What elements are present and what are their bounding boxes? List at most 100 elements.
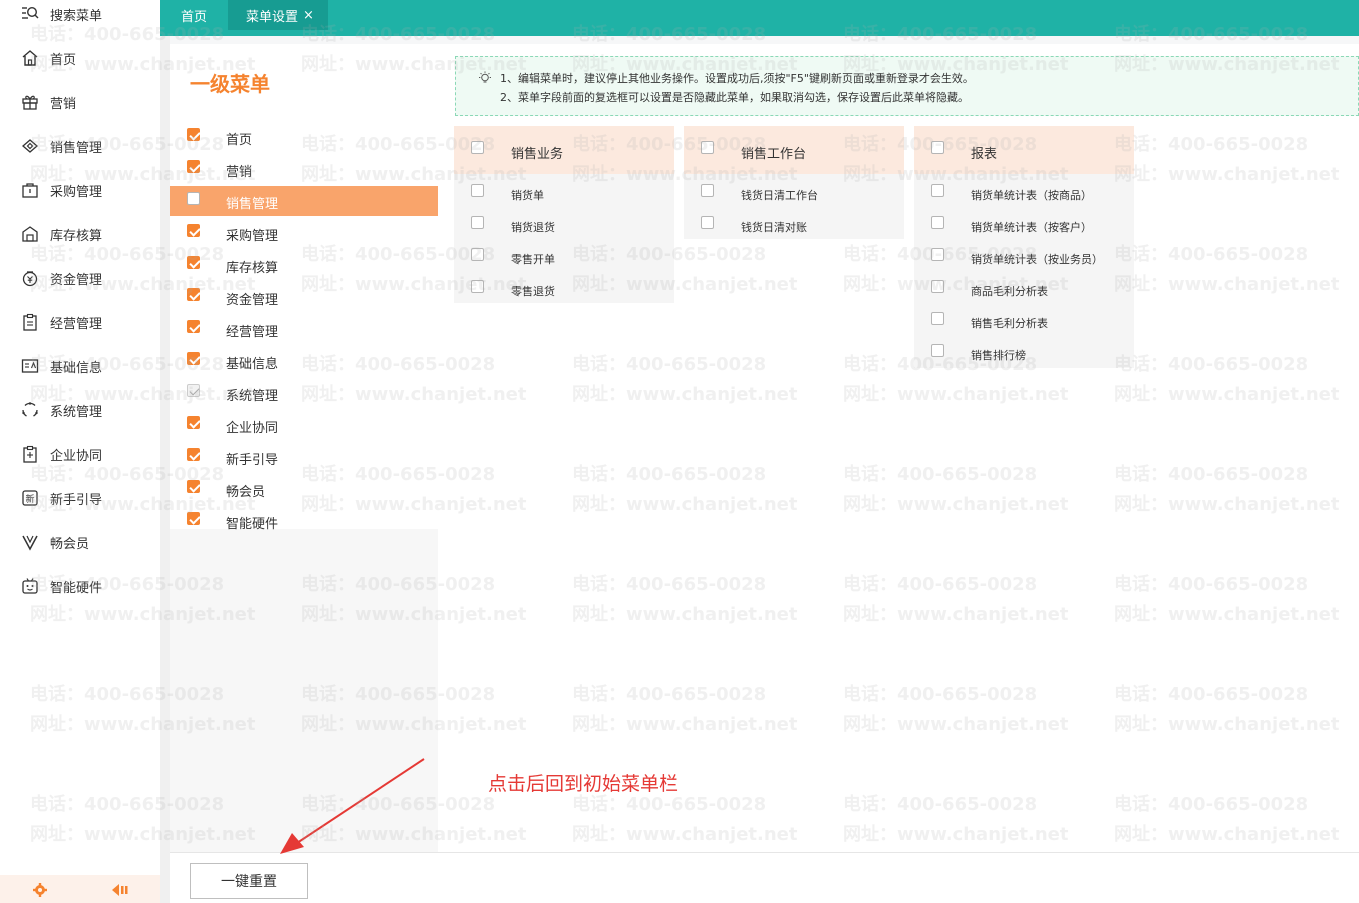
- submenu-item-label: 销货单统计表（按业务员）: [971, 253, 1103, 266]
- submenu-checkbox[interactable]: [471, 216, 484, 229]
- level1-checkbox[interactable]: [187, 224, 200, 237]
- sidebar-item-label: 营销: [50, 96, 77, 112]
- tab-home[interactable]: 首页: [160, 0, 228, 30]
- submenu-checkbox[interactable]: [931, 312, 944, 325]
- submenu-item-label: 销货单统计表（按客户）: [971, 221, 1092, 234]
- submenu-checkbox[interactable]: [931, 184, 944, 197]
- sidebar-item-label: 经营管理: [50, 316, 103, 332]
- level1-item-home[interactable]: 首页: [170, 122, 438, 152]
- tab-bar: 首页 菜单设置 ×: [160, 0, 1359, 36]
- sidebar-item-marketing[interactable]: 营销: [0, 80, 160, 124]
- level1-item-purchase[interactable]: 采购管理: [170, 218, 438, 248]
- submenu-item-label: 零售开单: [511, 253, 555, 266]
- level1-checkbox[interactable]: [187, 288, 200, 301]
- submenu-item[interactable]: 商品毛利分析表: [914, 277, 1134, 309]
- group-checkbox[interactable]: [471, 141, 484, 154]
- submenu-checkbox[interactable]: [471, 184, 484, 197]
- search-menu-icon: [21, 5, 39, 23]
- sidebar-item-hardware[interactable]: 智能硬件: [0, 564, 160, 608]
- sidebar-item-label: 畅会员: [50, 536, 90, 552]
- level1-item-vip[interactable]: 畅会员: [170, 474, 438, 504]
- level1-checkbox[interactable]: [187, 128, 200, 141]
- level1-checkbox[interactable]: [187, 448, 200, 461]
- level1-item-system[interactable]: 系统管理: [170, 378, 438, 408]
- sidebar: 搜索菜单 首页 营销 销售管理 采购管理 库存核算 资金管理 经营管理 基础信息…: [0, 0, 160, 903]
- sidebar-item-operations[interactable]: 经营管理: [0, 300, 160, 344]
- submenu-checkbox[interactable]: [931, 248, 944, 261]
- hardware-icon: [21, 577, 39, 595]
- level1-item-label: 畅会员: [226, 485, 266, 500]
- sidebar-item-label: 新手引导: [50, 492, 103, 508]
- submenu-group-title: 报表: [971, 147, 998, 162]
- sidebar-item-guide[interactable]: 新 新手引导: [0, 476, 160, 520]
- submenu-item[interactable]: 钱货日清工作台: [684, 181, 904, 213]
- system-icon: [21, 401, 39, 419]
- sidebar-gutter: [160, 0, 170, 903]
- level1-item-guide[interactable]: 新手引导: [170, 442, 438, 472]
- collapse-sidebar-icon[interactable]: [111, 881, 129, 899]
- submenu-item[interactable]: 销货退货: [454, 213, 674, 245]
- sidebar-item-sales[interactable]: 销售管理: [0, 124, 160, 168]
- level1-item-basic-info[interactable]: 基础信息: [170, 346, 438, 376]
- submenu-item[interactable]: 销货单统计表（按业务员）: [914, 245, 1134, 277]
- sidebar-item-funds[interactable]: 资金管理: [0, 256, 160, 300]
- group-checkbox[interactable]: [701, 141, 714, 154]
- submenu-item-label: 零售退货: [511, 285, 555, 298]
- submenu-checkbox[interactable]: [931, 280, 944, 293]
- level1-item-funds[interactable]: 资金管理: [170, 282, 438, 312]
- level1-checkbox[interactable]: [187, 416, 200, 429]
- submenu-checkbox[interactable]: [471, 248, 484, 261]
- level1-item-operations[interactable]: 经营管理: [170, 314, 438, 344]
- sidebar-item-label: 智能硬件: [50, 580, 103, 596]
- submenu-item[interactable]: 销货单统计表（按商品）: [914, 181, 1134, 213]
- sidebar-item-basic-info[interactable]: 基础信息: [0, 344, 160, 388]
- level1-checkbox[interactable]: [187, 160, 200, 173]
- submenu-item-label: 销售毛利分析表: [971, 317, 1048, 330]
- gear-icon[interactable]: [31, 881, 49, 899]
- submenu-item[interactable]: 销售排行榜: [914, 341, 1134, 373]
- level1-item-sales[interactable]: 销售管理: [170, 186, 438, 216]
- submenu-checkbox[interactable]: [931, 344, 944, 357]
- level1-checkbox[interactable]: [187, 192, 200, 205]
- group-checkbox[interactable]: [931, 141, 944, 154]
- submenu-item[interactable]: 零售退货: [454, 277, 674, 309]
- level1-checkbox[interactable]: [187, 320, 200, 333]
- tab-menu-settings[interactable]: 菜单设置 ×: [228, 0, 328, 30]
- sidebar-item-search-menu[interactable]: 搜索菜单: [0, 0, 160, 36]
- submenu-item[interactable]: 钱货日清对账: [684, 213, 904, 245]
- annotation-arrow: [280, 758, 425, 854]
- sidebar-item-inventory[interactable]: 库存核算: [0, 212, 160, 256]
- submenu-item[interactable]: 销售毛利分析表: [914, 309, 1134, 341]
- level1-item-marketing[interactable]: 营销: [170, 154, 438, 184]
- close-icon[interactable]: ×: [303, 8, 314, 23]
- clipboard-icon: [21, 313, 39, 331]
- sidebar-item-home[interactable]: 首页: [0, 36, 160, 80]
- tip-line-2: 2、菜单字段前面的复选框可以设置是否隐藏此菜单，如果取消勾选，保存设置后此菜单将…: [500, 91, 969, 104]
- sidebar-item-collaboration[interactable]: 企业协同: [0, 432, 160, 476]
- submenu-group-reports: 报表 销货单统计表（按商品） 销货单统计表（按客户） 销货单统计表（按业务员） …: [914, 126, 1134, 368]
- reset-button[interactable]: 一键重置: [190, 863, 308, 899]
- level1-item-inventory[interactable]: 库存核算: [170, 250, 438, 280]
- submenu-checkbox[interactable]: [701, 184, 714, 197]
- submenu-item-label: 销货单: [511, 189, 544, 202]
- sidebar-item-vip[interactable]: 畅会员: [0, 520, 160, 564]
- sidebar-footer: [0, 875, 160, 903]
- submenu-checkbox[interactable]: [471, 280, 484, 293]
- level1-checkbox[interactable]: [187, 512, 200, 525]
- sidebar-item-system[interactable]: 系统管理: [0, 388, 160, 432]
- submenu-item[interactable]: 销货单统计表（按客户）: [914, 213, 1134, 245]
- submenu-item[interactable]: 零售开单: [454, 245, 674, 277]
- submenu-item-label: 钱货日清对账: [741, 221, 807, 234]
- submenu-item-label: 销货单统计表（按商品）: [971, 189, 1092, 202]
- level1-checkbox[interactable]: [187, 480, 200, 493]
- level1-checkbox[interactable]: [187, 256, 200, 269]
- submenu-checkbox[interactable]: [701, 216, 714, 229]
- submenu-item[interactable]: 销货单: [454, 181, 674, 213]
- level1-item-hardware[interactable]: 智能硬件: [170, 506, 438, 536]
- level1-menu-panel: 一级菜单 首页 营销 销售管理 采购管理 库存核算 资金管理 经营管理 基础信息…: [170, 44, 438, 852]
- submenu-checkbox[interactable]: [931, 216, 944, 229]
- sidebar-item-label: 采购管理: [50, 184, 103, 200]
- sidebar-item-purchase[interactable]: 采购管理: [0, 168, 160, 212]
- level1-item-collaboration[interactable]: 企业协同: [170, 410, 438, 440]
- level1-checkbox[interactable]: [187, 352, 200, 365]
